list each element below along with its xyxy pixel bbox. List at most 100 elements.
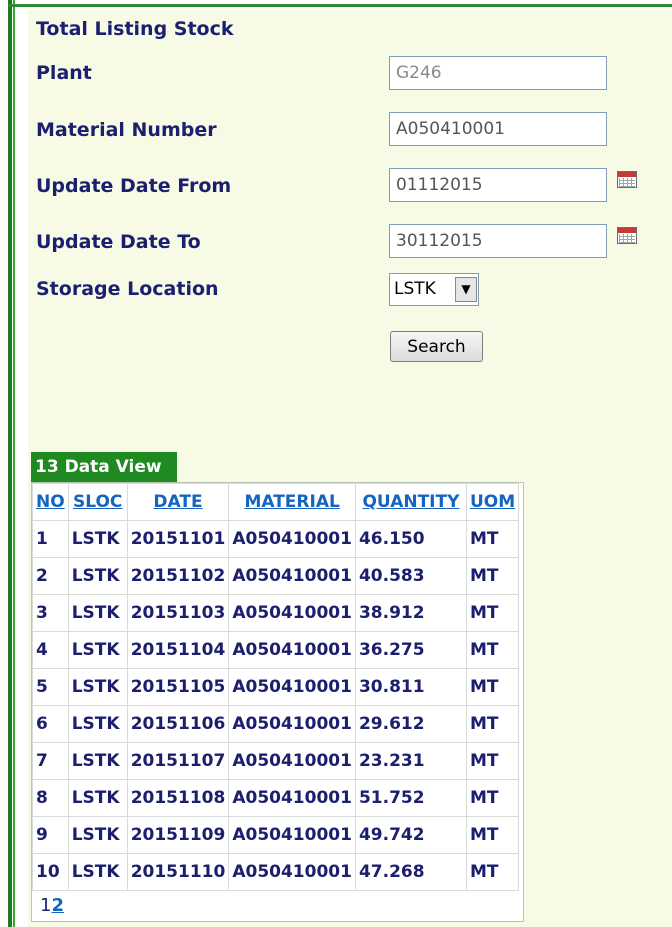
cell-quantity: 38.912 [354,594,467,632]
update-date-to-field[interactable]: 30112015 [389,224,607,258]
cell-quantity: 40.583 [354,557,467,595]
cell-quantity: 30.811 [354,668,467,706]
column-header-sloc[interactable]: SLOC [67,483,128,521]
update-date-to-label: Update Date To [36,231,201,253]
cell-sloc: LSTK [67,520,128,558]
column-header-material[interactable]: MATERIAL [228,483,356,521]
cell-no: 6 [32,705,69,743]
table-row: 8 LSTK 20151108 A050410001 51.752 MT [32,779,520,817]
pagination: 12 [40,895,64,916]
cell-sloc: LSTK [67,594,128,632]
cell-date: 20151109 [126,816,230,854]
cell-no: 3 [32,594,69,632]
cell-sloc: LSTK [67,705,128,743]
cell-no: 5 [32,668,69,706]
cell-date: 20151106 [126,705,230,743]
sort-link-material[interactable]: MATERIAL [244,492,339,512]
cell-no: 9 [32,816,69,854]
cell-date: 20151108 [126,779,230,817]
cell-no: 8 [32,779,69,817]
sort-link-sloc[interactable]: SLOC [73,492,122,512]
cell-uom: MT [465,557,520,595]
calendar-icon[interactable] [617,227,637,244]
cell-no: 7 [32,742,69,780]
table-row: 2 LSTK 20151102 A050410001 40.583 MT [32,557,520,595]
cell-no: 1 [32,520,69,558]
table-row: 4 LSTK 20151104 A050410001 36.275 MT [32,631,520,669]
cell-sloc: LSTK [67,668,128,706]
cell-material: A050410001 [228,668,356,706]
search-button[interactable]: Search [390,331,483,362]
cell-sloc: LSTK [67,631,128,669]
sort-link-quantity[interactable]: QUANTITY [362,492,459,512]
cell-uom: MT [465,705,520,743]
cell-uom: MT [465,742,520,780]
cell-uom: MT [465,594,520,632]
plant-label: Plant [36,62,92,84]
column-header-uom[interactable]: UOM [465,483,520,521]
cell-no: 2 [32,557,69,595]
table-row: 9 LSTK 20151109 A050410001 49.742 MT [32,816,520,854]
sort-link-uom[interactable]: UOM [470,492,515,512]
storage-location-select[interactable]: LSTK ▼ [389,273,479,306]
cell-material: A050410001 [228,779,356,817]
sort-link-no[interactable]: NO [36,492,65,512]
cell-sloc: LSTK [67,853,128,891]
cell-uom: MT [465,779,520,817]
cell-material: A050410001 [228,631,356,669]
calendar-icon[interactable] [617,171,637,188]
cell-no: 10 [32,853,69,891]
data-view-caption: 13 Data View [31,452,177,482]
cell-sloc: LSTK [67,557,128,595]
cell-uom: MT [465,816,520,854]
column-header-no[interactable]: NO [32,483,69,521]
table-row: 7 LSTK 20151107 A050410001 23.231 MT [32,742,520,780]
sort-link-date[interactable]: DATE [153,492,202,512]
table-row: 5 LSTK 20151105 A050410001 30.811 MT [32,668,520,706]
cell-quantity: 29.612 [354,705,467,743]
cell-quantity: 23.231 [354,742,467,780]
cell-quantity: 46.150 [354,520,467,558]
cell-sloc: LSTK [67,816,128,854]
cell-date: 20151102 [126,557,230,595]
cell-date: 20151101 [126,520,230,558]
cell-date: 20151104 [126,631,230,669]
cell-uom: MT [465,668,520,706]
frame-border-top [8,4,672,7]
page-current: 1 [40,895,52,916]
cell-material: A050410001 [228,705,356,743]
storage-location-value: LSTK [394,279,436,299]
table-row: 6 LSTK 20151106 A050410001 29.612 MT [32,705,520,743]
column-header-quantity[interactable]: QUANTITY [354,483,467,521]
table-header-row: NO SLOC DATE MATERIAL QUANTITY UOM [32,483,520,521]
cell-quantity: 49.742 [354,816,467,854]
plant-field[interactable]: G246 [389,56,607,90]
update-date-from-field[interactable]: 01112015 [389,168,607,202]
update-date-from-label: Update Date From [36,175,232,197]
cell-material: A050410001 [228,816,356,854]
cell-uom: MT [465,631,520,669]
page-title: Total Listing Stock [36,18,234,40]
column-header-date[interactable]: DATE [126,483,230,521]
cell-material: A050410001 [228,853,356,891]
cell-sloc: LSTK [67,779,128,817]
data-grid: NO SLOC DATE MATERIAL QUANTITY UOM 1 LSTK… [31,482,524,922]
cell-date: 20151103 [126,594,230,632]
cell-uom: MT [465,520,520,558]
frame-border-left-inner [13,0,15,927]
table-row: 3 LSTK 20151103 A050410001 38.912 MT [32,594,520,632]
data-table: NO SLOC DATE MATERIAL QUANTITY UOM 1 LSTK… [32,483,520,891]
cell-quantity: 51.752 [354,779,467,817]
material-number-label: Material Number [36,119,217,141]
page-link-2[interactable]: 2 [51,895,64,916]
cell-sloc: LSTK [67,742,128,780]
frame-border-left [8,0,12,927]
table-row: 1 LSTK 20151101 A050410001 46.150 MT [32,520,520,558]
cell-date: 20151110 [126,853,230,891]
cell-date: 20151105 [126,668,230,706]
storage-location-label: Storage Location [36,278,219,300]
cell-material: A050410001 [228,594,356,632]
chevron-down-icon[interactable]: ▼ [455,277,477,302]
cell-date: 20151107 [126,742,230,780]
material-number-field[interactable]: A050410001 [389,112,607,146]
